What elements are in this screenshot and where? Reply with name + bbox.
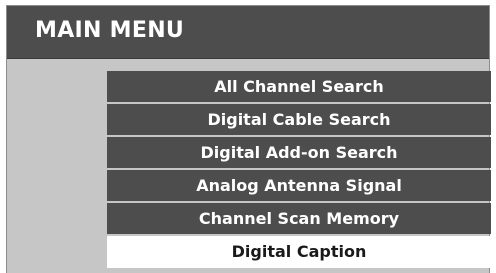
menu-item-channel-scan-memory[interactable]: Channel Scan Memory [107,203,491,234]
menu-list: All Channel Search Digital Cable Search … [107,71,491,270]
menu-item-digital-caption[interactable]: Digital Caption [107,236,491,268]
title-bar: MAIN MENU [7,6,489,59]
menu-item-analog-antenna-signal[interactable]: Analog Antenna Signal [107,170,491,201]
menu-title: MAIN MENU [35,18,185,43]
menu-item-all-channel-search[interactable]: All Channel Search [107,71,491,102]
menu-item-digital-add-on-search[interactable]: Digital Add-on Search [107,137,491,168]
menu-item-digital-cable-search[interactable]: Digital Cable Search [107,104,491,135]
main-menu-panel: MAIN MENU All Channel Search Digital Cab… [6,5,491,273]
